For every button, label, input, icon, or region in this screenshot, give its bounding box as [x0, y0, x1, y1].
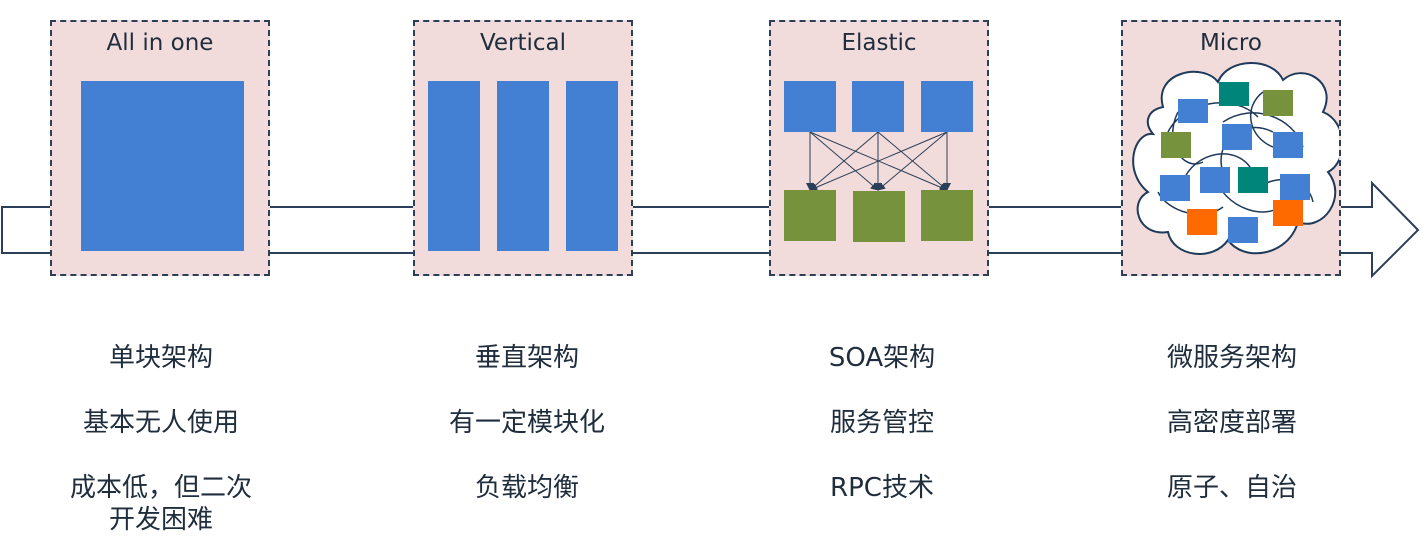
desc-line: 服务管控 [829, 408, 934, 438]
stage-description-micro: 微服务架构 高密度部署 原子、自治 [1102, 342, 1362, 504]
consumer-block [921, 190, 973, 241]
microservice-cloud [1132, 62, 1339, 255]
consumer-block [853, 191, 905, 242]
vertical-column [497, 81, 549, 251]
desc-line: SOA架构 [828, 343, 936, 373]
desc-line: 负载均衡 [474, 473, 579, 503]
desc-line: 成本低，但二次 [69, 473, 252, 503]
desc-line: 基本无人使用 [82, 408, 239, 438]
stage-micro: Micro [1121, 20, 1341, 276]
stage-vertical: Vertical [413, 20, 633, 276]
stage-description-all-in-one: 单块架构 基本无人使用 成本低，但二次 开发困难 [31, 342, 291, 536]
desc-line: 微服务架构 [1166, 343, 1297, 373]
desc-line: 有一定模块化 [448, 408, 605, 438]
vertical-column [428, 81, 480, 251]
desc-line: 单块架构 [108, 343, 213, 373]
stage-all-in-one: All in one [50, 20, 270, 276]
monolith-block [81, 81, 244, 251]
desc-line: 高密度部署 [1166, 408, 1297, 438]
stage-title: All in one [106, 30, 214, 56]
desc-line: 垂直架构 [474, 343, 579, 373]
service-block [784, 81, 836, 132]
desc-line: 原子、自治 [1166, 473, 1297, 503]
desc-line: 开发困难 [108, 505, 213, 535]
stage-title: Vertical [479, 30, 567, 56]
stage-description-vertical: 垂直架构 有一定模块化 负载均衡 [397, 342, 657, 504]
consumer-block [784, 190, 836, 241]
stage-description-elastic: SOA架构 服务管控 RPC技术 [752, 342, 1012, 504]
service-block [852, 81, 904, 132]
stage-elastic: Elastic [769, 20, 989, 276]
desc-line: RPC技术 [830, 473, 934, 503]
vertical-column [566, 81, 618, 251]
service-block [921, 81, 973, 132]
